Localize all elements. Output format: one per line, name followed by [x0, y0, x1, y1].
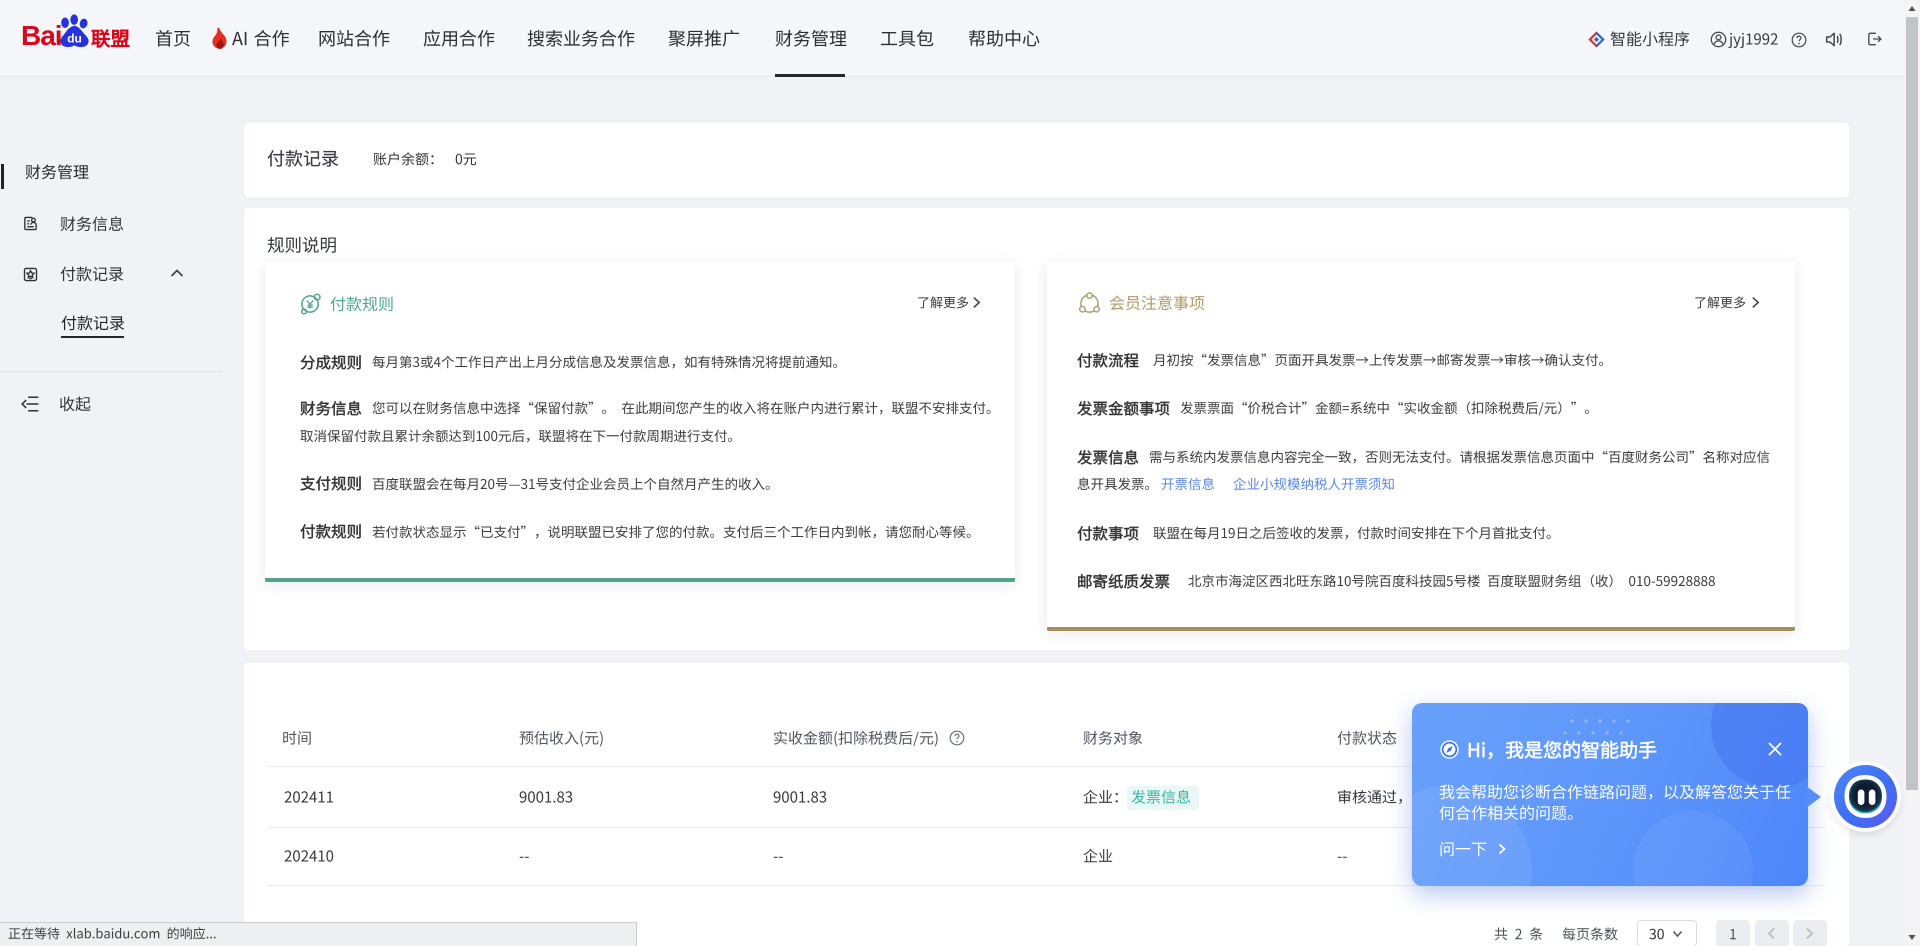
svg-text:du: du [67, 32, 82, 46]
